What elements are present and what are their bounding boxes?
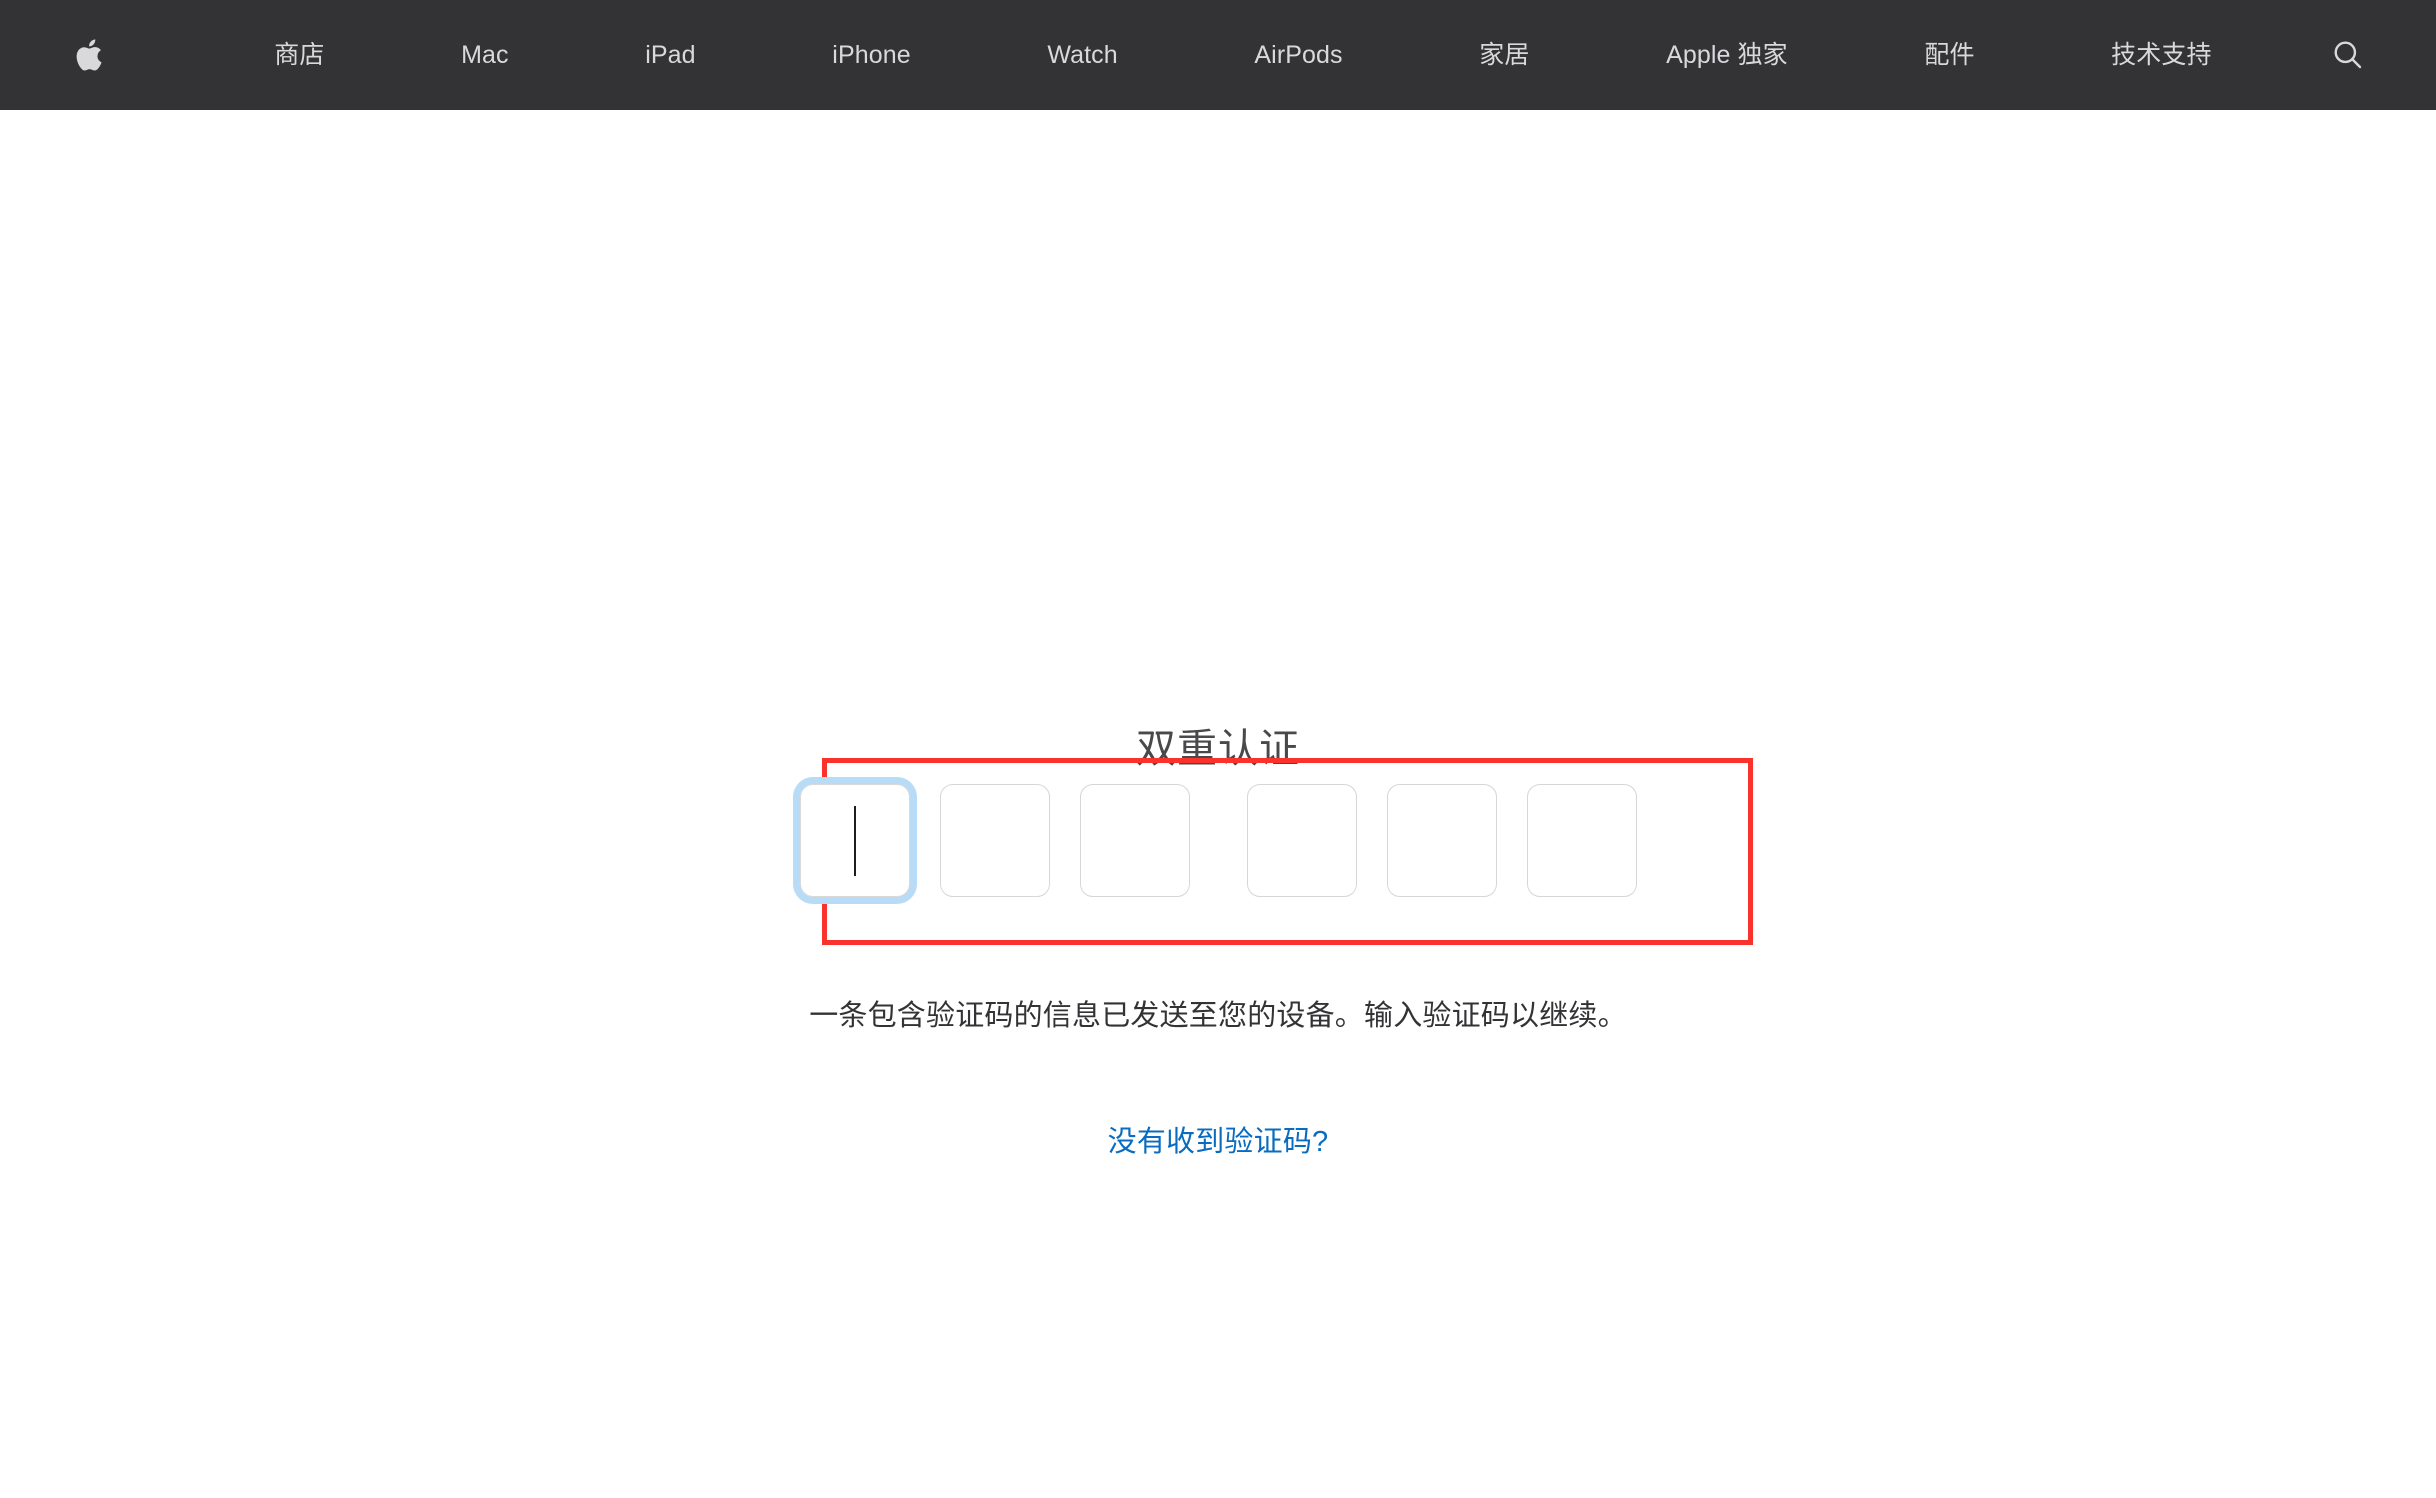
nav-item-iphone[interactable]: iPhone	[832, 0, 910, 110]
global-navigation-bar: 商店 Mac iPad iPhone Watch AirPods 家居 Appl…	[0, 0, 2436, 110]
nav-item-home[interactable]: 家居	[1479, 0, 1529, 110]
nav-item-support[interactable]: 技术支持	[2111, 0, 2211, 110]
global-nav-inner: 商店 Mac iPad iPhone Watch AirPods 家居 Appl…	[0, 0, 2436, 110]
nav-item-watch[interactable]: Watch	[1047, 0, 1117, 110]
nav-item-exclusive[interactable]: Apple 独家	[1666, 0, 1788, 110]
code-digit-input-6[interactable]	[1526, 784, 1637, 897]
nav-item-mac[interactable]: Mac	[461, 0, 509, 110]
didnt-get-code-link[interactable]: 没有收到验证码?	[1108, 1126, 1329, 1158]
nav-item-airpods[interactable]: AirPods	[1254, 0, 1342, 110]
global-nav-links: 商店 Mac iPad iPhone Watch AirPods 家居 Appl…	[116, 0, 2320, 110]
code-digit-input-1[interactable]	[799, 784, 910, 897]
code-digit-input-4[interactable]	[1246, 784, 1357, 897]
code-digit-input-3[interactable]	[1079, 784, 1190, 897]
main-content: 双重认证 一条包含验证码的信息已发送至您的设备。输入验证码以继续。 没有收到验证…	[0, 110, 2436, 1498]
nav-item-store[interactable]: 商店	[274, 0, 324, 110]
resend-code-link-container: 没有收到验证码?	[0, 1118, 2436, 1160]
code-digit-input-2[interactable]	[939, 784, 1050, 897]
text-caret	[853, 805, 856, 876]
search-icon[interactable]	[2320, 0, 2376, 110]
code-digit-input-5[interactable]	[1386, 784, 1497, 897]
nav-item-ipad[interactable]: iPad	[645, 0, 695, 110]
apple-logo-icon[interactable]	[60, 0, 116, 110]
nav-item-accessories[interactable]: 配件	[1924, 0, 1974, 110]
page-title: 双重认证	[1136, 726, 1300, 771]
verification-instructions-text: 一条包含验证码的信息已发送至您的设备。输入验证码以继续。	[809, 1000, 1627, 1032]
verification-code-input-group	[0, 784, 2436, 897]
